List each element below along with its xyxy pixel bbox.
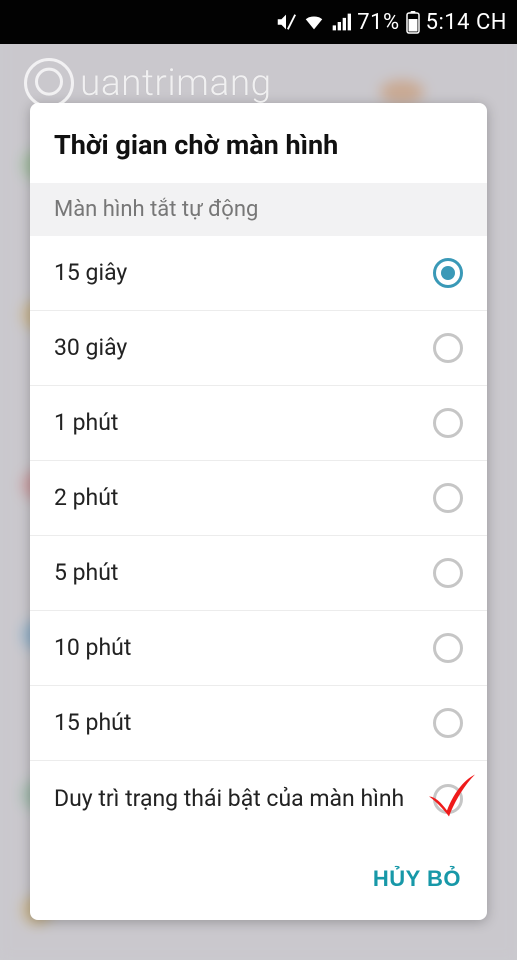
option-10m[interactable]: 10 phút <box>30 611 487 686</box>
cancel-button[interactable]: HỦY BỎ <box>367 856 467 902</box>
option-label: 5 phút <box>54 544 130 602</box>
cell-signal-icon <box>331 12 351 32</box>
options-list: 15 giây 30 giây 1 phút 2 phút 5 phút 10 <box>30 236 487 848</box>
option-label: 15 giây <box>54 244 139 302</box>
option-15s[interactable]: 15 giây <box>30 236 487 311</box>
screen: 71% 5:14 CH uantrimang Thời gian chờ màn… <box>0 0 517 960</box>
option-5m[interactable]: 5 phút <box>30 536 487 611</box>
radio-icon <box>433 258 463 288</box>
dialog-title: Thời gian chờ màn hình <box>30 103 487 183</box>
option-label: Duy trì trạng thái bật của màn hình <box>54 770 416 828</box>
battery-icon <box>406 10 420 34</box>
radio-icon <box>433 483 463 513</box>
radio-icon <box>433 633 463 663</box>
radio-icon <box>433 558 463 588</box>
radio-icon <box>433 708 463 738</box>
option-label: 2 phút <box>54 469 130 527</box>
wifi-icon <box>303 11 325 33</box>
radio-icon <box>433 333 463 363</box>
status-bar: 71% 5:14 CH <box>0 0 517 44</box>
section-label: Màn hình tắt tự động <box>30 183 487 236</box>
option-15m[interactable]: 15 phút <box>30 686 487 761</box>
option-label: 1 phút <box>54 394 130 452</box>
option-label: 30 giây <box>54 319 139 377</box>
radio-icon <box>433 408 463 438</box>
option-label: 10 phút <box>54 619 143 677</box>
screen-timeout-dialog: Thời gian chờ màn hình Màn hình tắt tự đ… <box>30 103 487 920</box>
option-2m[interactable]: 2 phút <box>30 461 487 536</box>
option-30s[interactable]: 30 giây <box>30 311 487 386</box>
volume-mute-icon <box>275 11 297 33</box>
option-1m[interactable]: 1 phút <box>30 386 487 461</box>
battery-percent: 71% <box>357 10 399 35</box>
option-keep-on[interactable]: Duy trì trạng thái bật của màn hình <box>30 761 487 836</box>
radio-icon <box>433 784 463 814</box>
dialog-actions: HỦY BỎ <box>30 848 487 920</box>
option-label: 15 phút <box>54 694 143 752</box>
clock-text: 5:14 CH <box>426 10 507 35</box>
